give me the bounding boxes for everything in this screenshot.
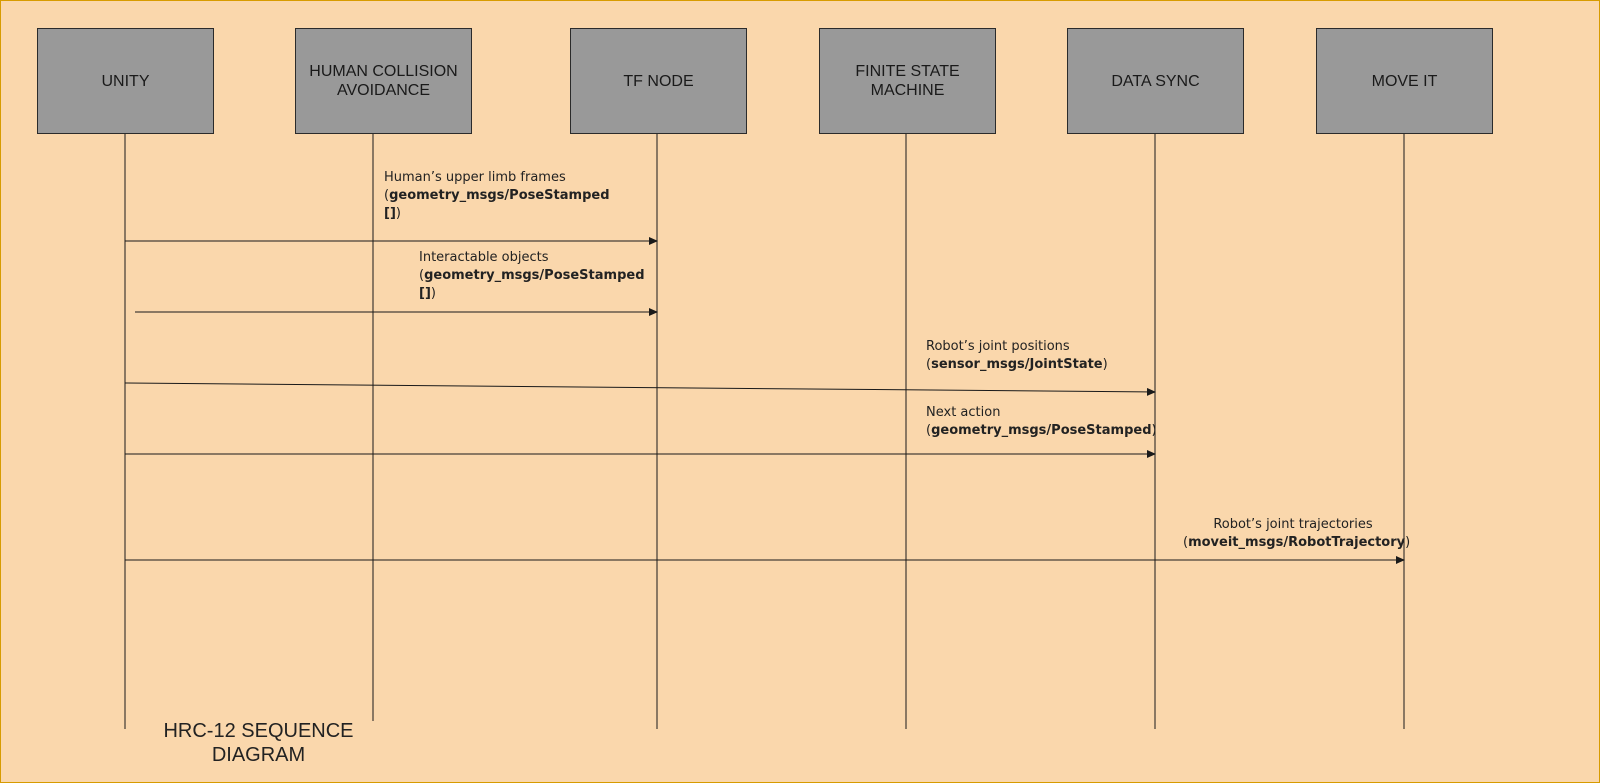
message-close-paren: ) xyxy=(1405,535,1411,550)
participant-human-collision-avoidance: HUMAN COLLISION AVOIDANCE xyxy=(295,28,472,134)
message-type: moveit_msgs/RobotTrajectory xyxy=(1188,535,1406,550)
participant-finite-state-machine: FINITE STATE MACHINE xyxy=(819,28,996,134)
diagram-title: HRC-12 SEQUENCE DIAGRAM xyxy=(163,720,354,766)
participant-data-sync: DATA SYNC xyxy=(1067,28,1244,134)
message-text: Next action xyxy=(926,405,1001,420)
message-label-joint-positions: Robot’s joint positions (sensor_msgs/Joi… xyxy=(926,338,1108,374)
participant-unity: UNITY xyxy=(37,28,214,134)
message-label-upper-limb-frames: Human’s upper limb frames (geometry_msgs… xyxy=(384,169,610,223)
message-close-paren: ) xyxy=(1102,357,1108,372)
message-type: geometry_msgs/PoseStamped xyxy=(389,188,610,203)
message-close-paren: ) xyxy=(1151,423,1157,438)
message-type: geometry_msgs/PoseStamped xyxy=(931,423,1152,438)
message-text: Interactable objects xyxy=(419,250,549,265)
message-type: geometry_msgs/PoseStamped xyxy=(424,268,645,283)
message-text: Robot’s joint positions xyxy=(926,339,1070,354)
message-label-interactable-objects: Interactable objects (geometry_msgs/Pose… xyxy=(419,249,645,303)
message-type-suffix: [] xyxy=(419,286,431,301)
message-type: sensor_msgs/JointState xyxy=(931,357,1103,372)
message-text: Human’s upper limb frames xyxy=(384,170,566,185)
participant-tf-node: TF NODE xyxy=(570,28,747,134)
message-type-suffix: [] xyxy=(384,206,396,221)
message-text: Robot’s joint trajectories xyxy=(1213,517,1373,532)
participant-move-it: MOVE IT xyxy=(1316,28,1493,134)
message-close-paren: ) xyxy=(430,286,436,301)
message-close-paren: ) xyxy=(395,206,401,221)
message-label-next-action: Next action (geometry_msgs/PoseStamped) xyxy=(926,404,1157,440)
diagram-canvas: UNITY HUMAN COLLISION AVOIDANCE TF NODE … xyxy=(0,0,1600,783)
message-arrow-joint-positions xyxy=(124,382,1156,396)
message-label-joint-trajectories: Robot’s joint trajectories (moveit_msgs/… xyxy=(1183,516,1410,552)
